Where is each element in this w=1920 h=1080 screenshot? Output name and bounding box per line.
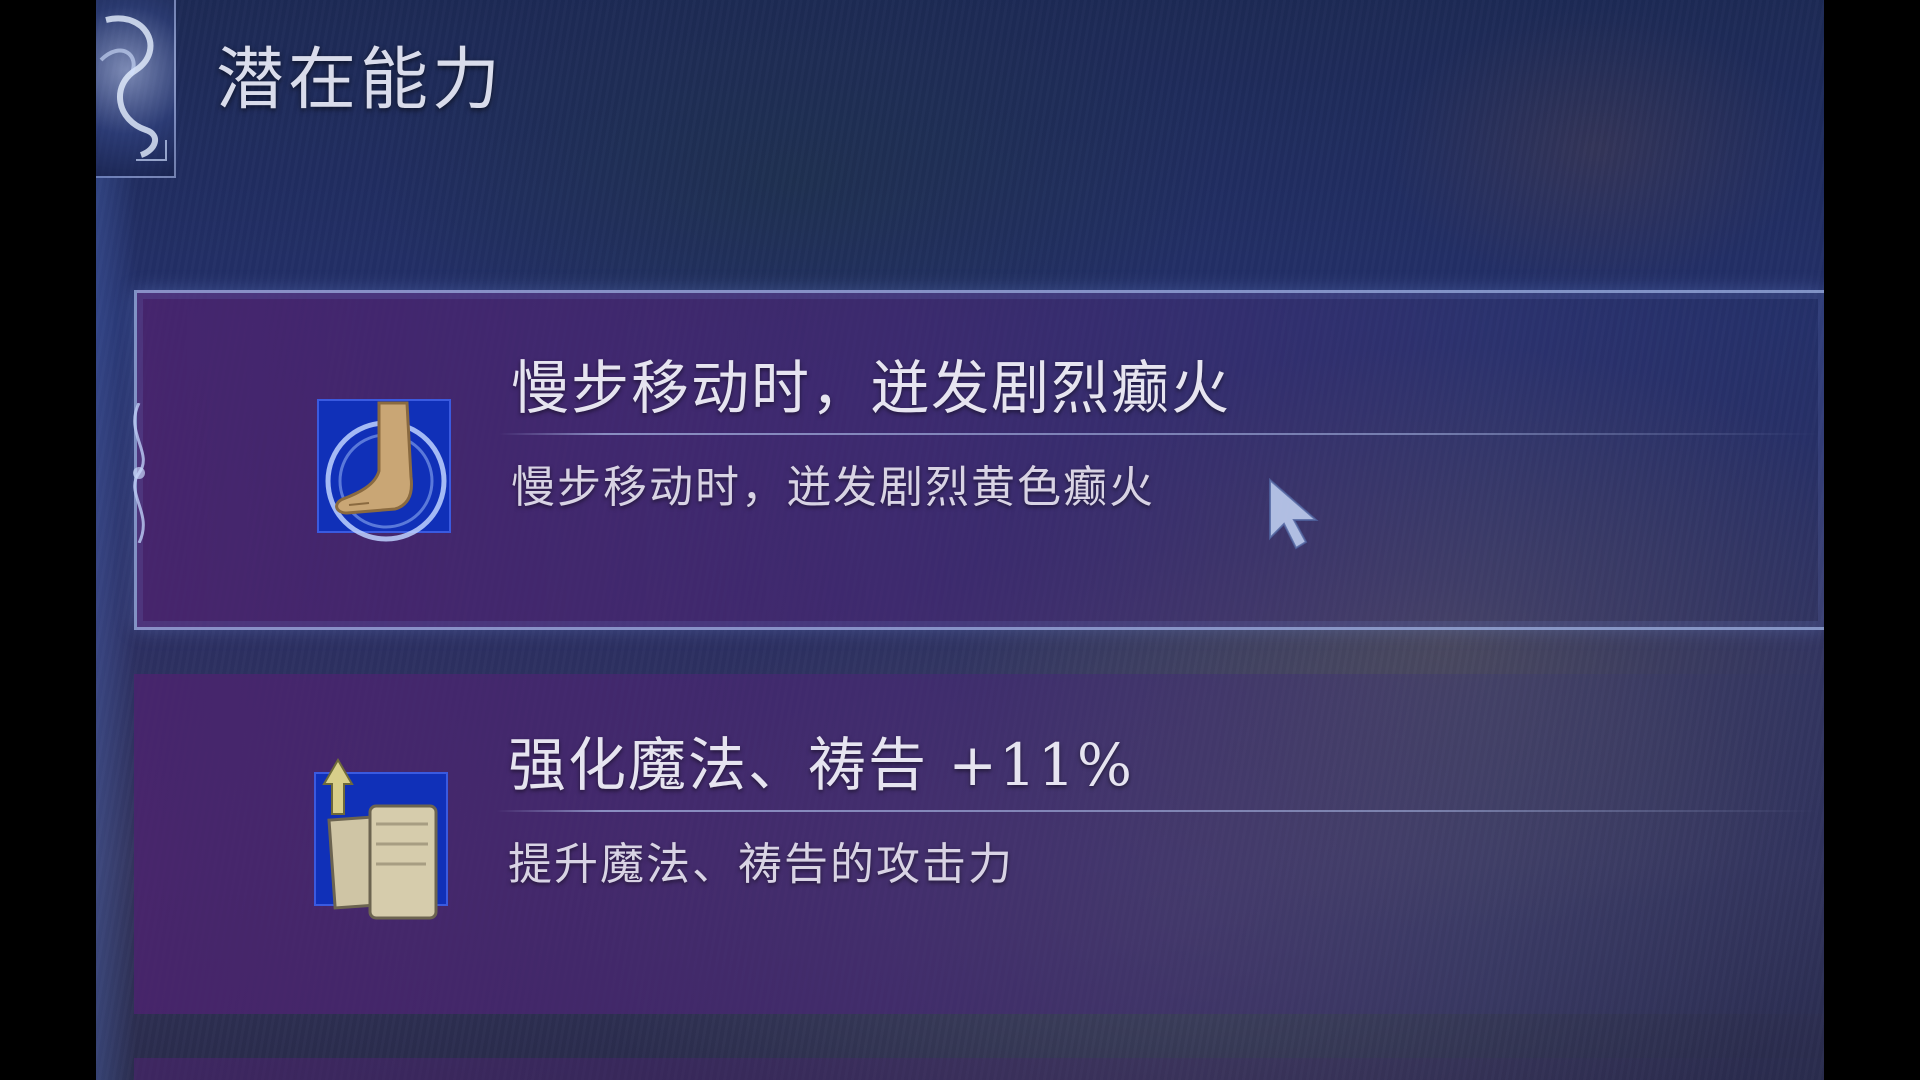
ability-name: 强化魔法、祷告 +11% <box>508 731 1134 799</box>
scroll-graphic <box>322 758 438 920</box>
ability-description: 慢步移动时，迸发剧烈黄色癫火 <box>511 462 1155 513</box>
menu-emblem <box>96 0 176 178</box>
ability-card-selected[interactable]: 慢步移动时，迸发剧烈癫火 慢步移动时，迸发剧烈黄色癫火 <box>133 290 1824 630</box>
cursor-arrow-icon <box>1269 478 1319 550</box>
ability-card-partial[interactable] <box>134 1058 1824 1080</box>
ability-card[interactable]: 强化魔法、祷告 +11% 提升魔法、祷告的攻击力 <box>134 674 1824 1014</box>
ability-name: 慢步移动时，迸发剧烈癫火 <box>511 354 1232 422</box>
divider <box>496 810 1816 812</box>
screen: 潜在能力 慢步移动时，迸发剧烈癫火 慢步移动时，迸发剧烈黄色癫火 强化魔法、祷告… <box>0 0 1920 1080</box>
emblem-swirl-icon <box>99 15 167 161</box>
left-rail <box>96 176 136 1080</box>
scroll-upgrade-icon <box>314 758 448 920</box>
foot-icon <box>317 399 451 542</box>
frame-ornament-icon <box>133 403 145 543</box>
divider <box>499 433 1819 435</box>
page-title: 潜在能力 <box>216 41 505 120</box>
game-view: 潜在能力 慢步移动时，迸发剧烈癫火 慢步移动时，迸发剧烈黄色癫火 强化魔法、祷告… <box>96 0 1824 1080</box>
foot-graphic <box>325 401 447 542</box>
ability-list: 慢步移动时，迸发剧烈癫火 慢步移动时，迸发剧烈黄色癫火 强化魔法、祷告 +11%… <box>133 290 1824 1080</box>
ability-description: 提升魔法、祷告的攻击力 <box>508 839 1014 890</box>
